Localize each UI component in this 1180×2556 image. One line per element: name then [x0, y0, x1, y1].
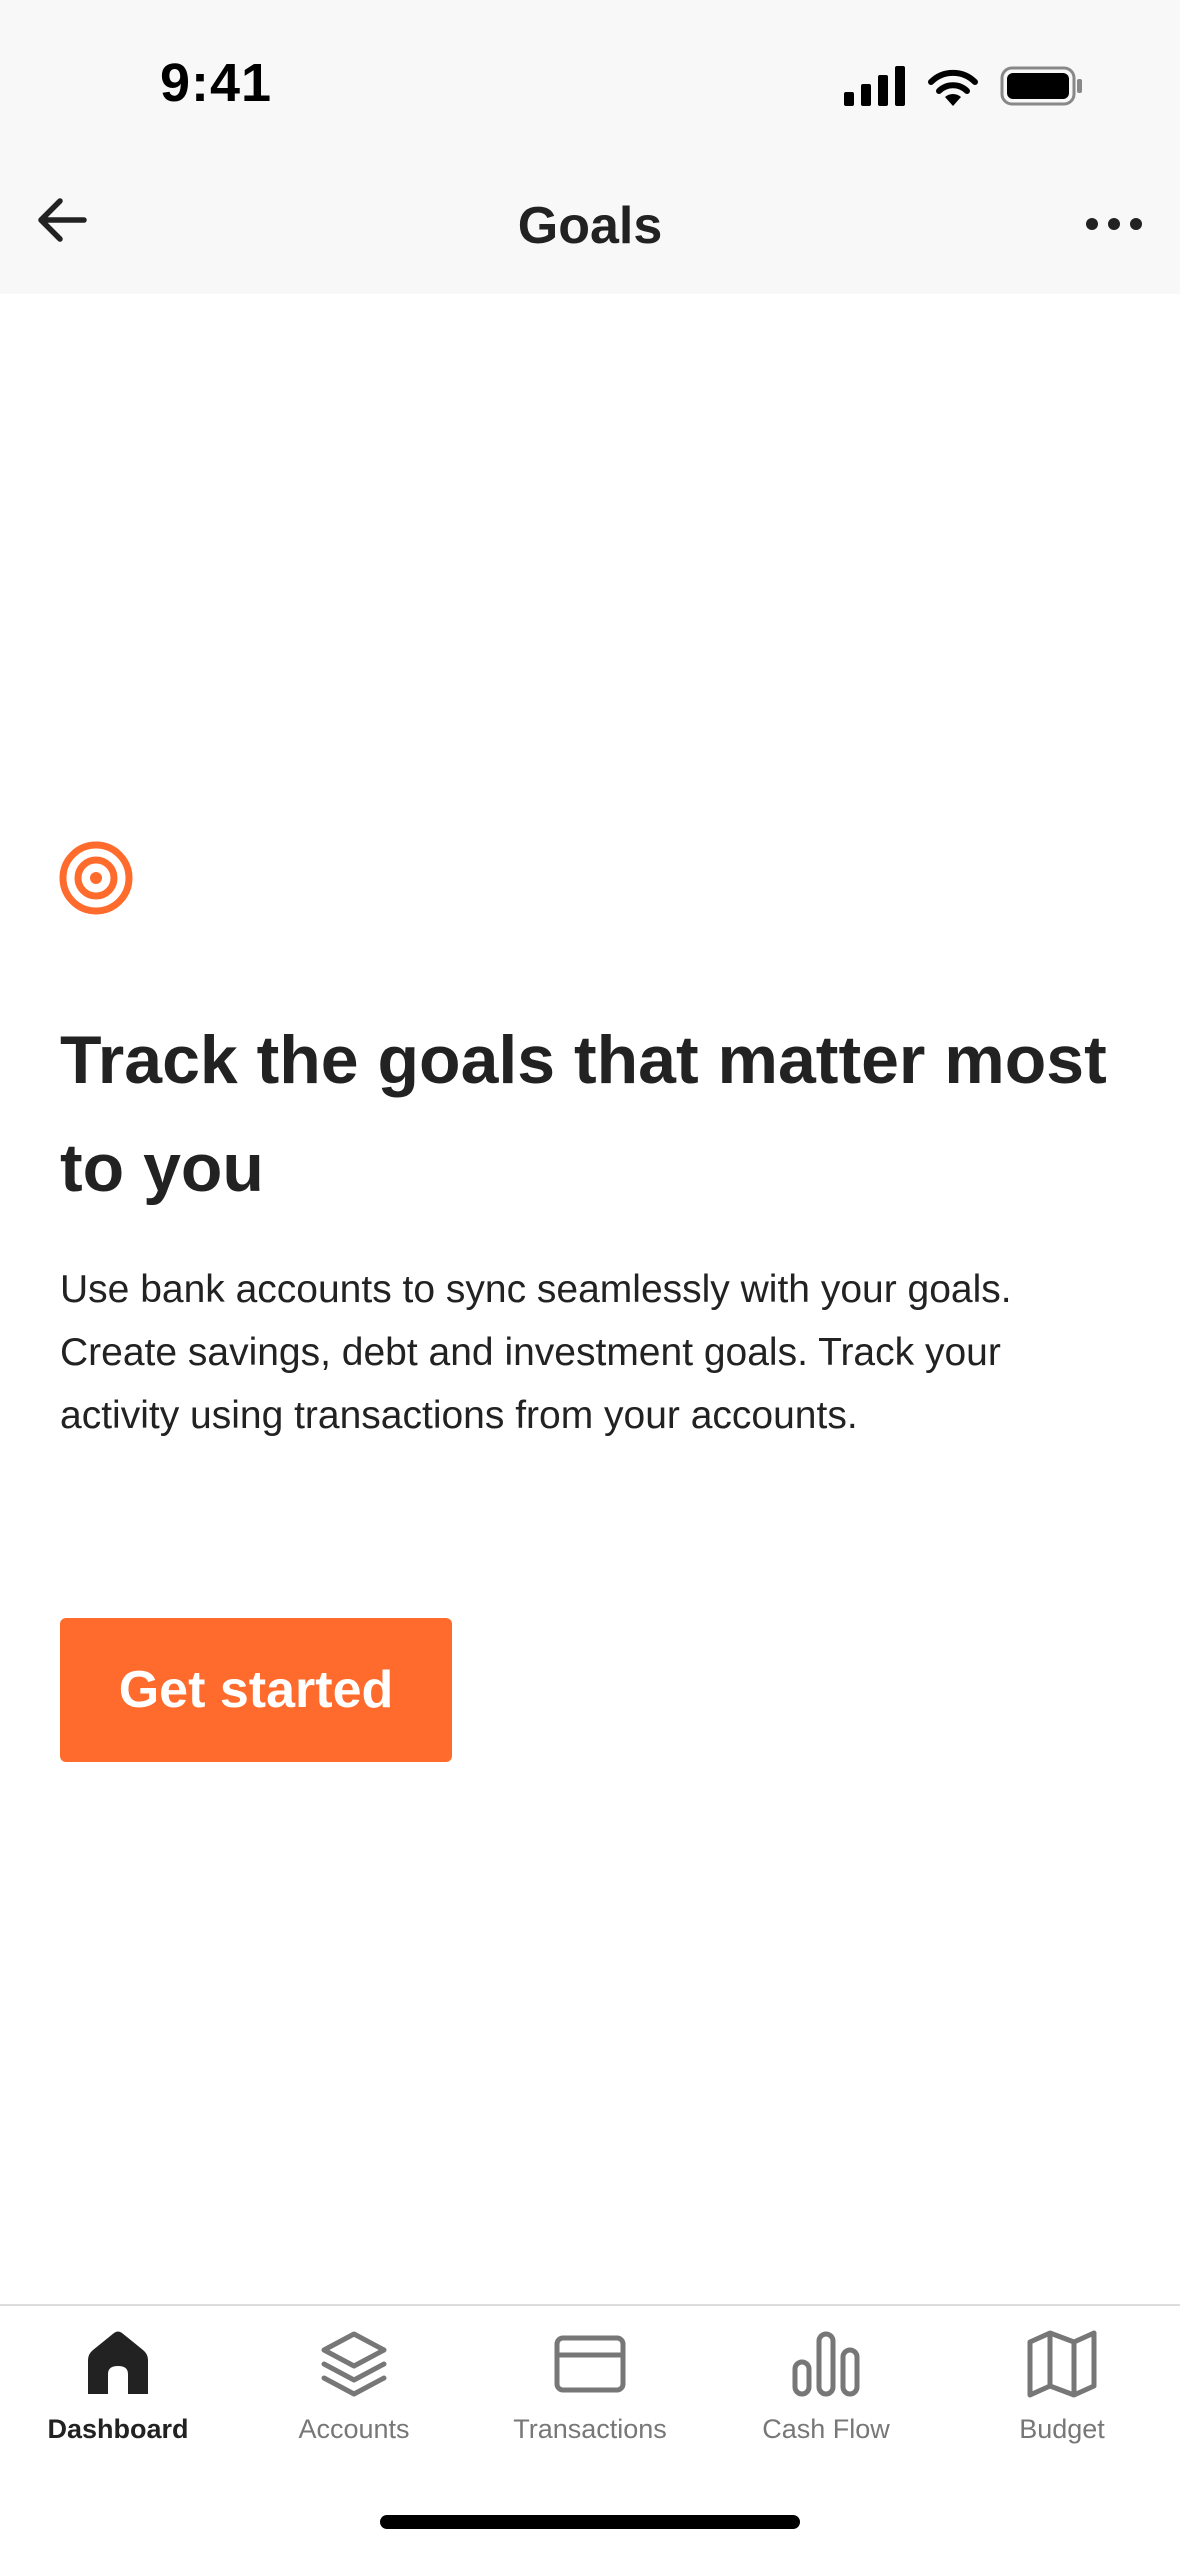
- tab-budget[interactable]: Budget: [944, 2328, 1180, 2478]
- get-started-button[interactable]: Get started: [60, 1618, 452, 1762]
- empty-state-description: Use bank accounts to sync seamlessly wit…: [60, 1268, 1012, 1437]
- tab-label-transactions: Transactions: [513, 2414, 667, 2444]
- target-icon: [59, 841, 133, 915]
- more-horizontal-icon: [1086, 218, 1142, 230]
- page-title: Goals: [517, 197, 663, 255]
- nav-bar: Goals: [0, 170, 1180, 294]
- status-icons: [844, 66, 1084, 106]
- tab-dashboard[interactable]: Dashboard: [0, 2328, 236, 2478]
- home-indicator: [380, 2515, 800, 2529]
- map-icon: [1027, 2330, 1097, 2398]
- tab-label-dashboard: Dashboard: [47, 2414, 189, 2444]
- tab-accounts[interactable]: Accounts: [236, 2328, 472, 2478]
- layers-icon: [321, 2331, 387, 2397]
- tab-label-cash-flow: Cash Flow: [762, 2414, 890, 2444]
- tab-label-accounts: Accounts: [298, 2414, 410, 2444]
- wifi-icon: [928, 69, 978, 106]
- cellular-signal-icon: [844, 66, 905, 106]
- empty-state-headline: Track the goals that matter most to you: [60, 1022, 1107, 1206]
- battery-icon: [1000, 66, 1082, 106]
- home-icon: [88, 2331, 148, 2394]
- status-time: 9:41: [160, 53, 273, 113]
- more-options-button[interactable]: [1074, 196, 1154, 252]
- bar-chart-icon: [792, 2331, 860, 2397]
- credit-card-icon: [554, 2335, 626, 2393]
- status-bar: 9:41: [0, 0, 1180, 170]
- tab-label-budget: Budget: [1019, 2414, 1105, 2444]
- tab-cash-flow[interactable]: Cash Flow: [708, 2328, 944, 2478]
- tab-transactions[interactable]: Transactions: [472, 2328, 708, 2478]
